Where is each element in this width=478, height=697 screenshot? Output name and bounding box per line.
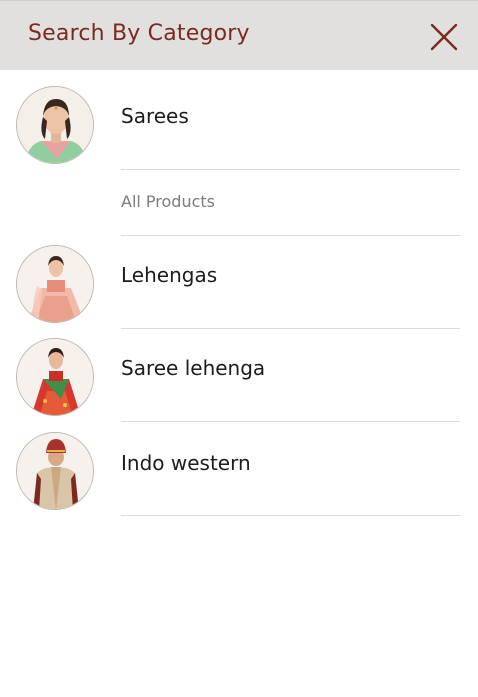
saree-lehenga-model-avatar bbox=[16, 338, 94, 416]
divider bbox=[121, 515, 460, 516]
category-label: Sarees bbox=[121, 104, 189, 128]
subcategory-label: All Products bbox=[121, 192, 216, 211]
close-button[interactable] bbox=[424, 19, 464, 59]
divider bbox=[121, 235, 460, 236]
header-bar: Search By Category bbox=[0, 0, 478, 70]
category-label: Lehengas bbox=[121, 263, 218, 287]
divider bbox=[121, 169, 460, 170]
indo-western-model-avatar bbox=[16, 432, 94, 510]
category-label: Indo western bbox=[121, 451, 251, 475]
divider bbox=[121, 421, 460, 422]
close-icon bbox=[430, 23, 458, 51]
divider bbox=[121, 328, 460, 329]
page-title: Search By Category bbox=[28, 21, 250, 46]
lehenga-model-avatar bbox=[16, 245, 94, 323]
saree-model-avatar bbox=[16, 86, 94, 164]
category-label: Saree lehenga bbox=[121, 356, 266, 380]
